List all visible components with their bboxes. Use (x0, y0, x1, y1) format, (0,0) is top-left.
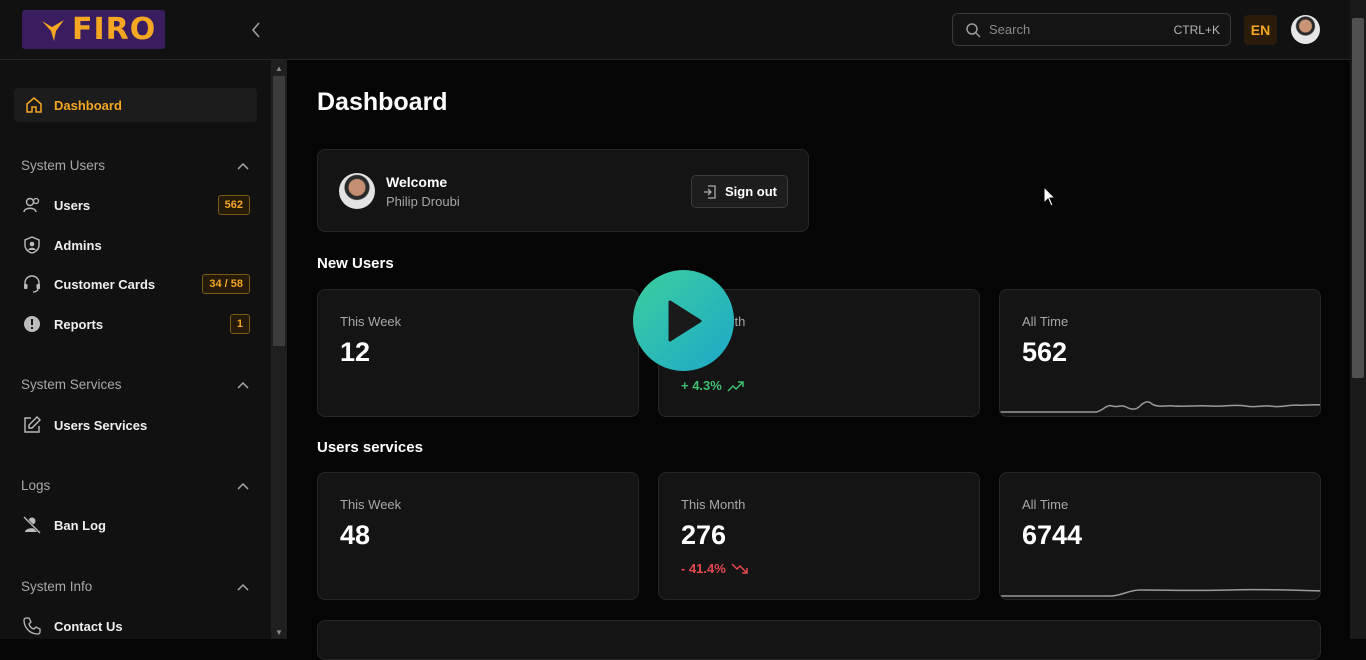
sidebar-item-label: Dashboard (54, 97, 122, 113)
services-all-time-card: All Time 6744 (999, 472, 1321, 600)
search-shortcut: CTRL+K (1173, 22, 1220, 37)
sidebar-item-users[interactable]: Users 562 (22, 192, 250, 218)
card-label: This Week (340, 497, 402, 512)
welcome-card: Welcome Philip Droubi Sign out (317, 149, 809, 232)
user-name: Philip Droubi (386, 194, 460, 209)
next-card (317, 620, 1321, 660)
chevron-up-icon (237, 381, 249, 389)
search-input[interactable] (989, 22, 1174, 37)
card-change: + 4.3% (681, 378, 745, 393)
card-value: 276 (681, 520, 727, 550)
search-icon (966, 22, 981, 38)
collapse-sidebar-button[interactable] (246, 18, 266, 42)
change-value: + 4.3% (681, 378, 722, 393)
card-value: 12 (340, 337, 371, 367)
trend-down-icon (731, 562, 748, 574)
sidebar-item-dashboard[interactable]: Dashboard (14, 88, 257, 122)
sidebar-item-ban-log[interactable]: Ban Log (22, 512, 250, 538)
language-button[interactable]: EN (1244, 15, 1277, 45)
edit-icon (22, 415, 42, 435)
section-title: System Info (21, 579, 93, 594)
chevron-up-icon (237, 162, 249, 170)
sidebar-item-label: Contact Us (54, 618, 123, 634)
section-title: Logs (21, 478, 51, 493)
window-scrollbar[interactable] (1350, 0, 1366, 639)
section-system-services[interactable]: System Services (21, 377, 249, 392)
card-change: - 41.4% (681, 561, 749, 576)
sparkline (1000, 401, 1320, 413)
mouse-cursor-icon (1043, 186, 1057, 207)
services-week-card: This Week 48 (317, 472, 639, 600)
sign-out-button[interactable]: Sign out (691, 175, 788, 208)
sidebar-scrollbar-thumb[interactable] (273, 76, 285, 346)
sign-out-label: Sign out (725, 184, 777, 199)
scroll-up-icon[interactable]: ▲ (275, 64, 283, 73)
count-badge: 562 (217, 195, 250, 215)
sidebar-item-label: Reports (54, 316, 104, 332)
section-title: System Users (21, 158, 106, 173)
sign-out-icon (704, 184, 716, 199)
sidebar (0, 60, 271, 639)
sidebar-item-label: Customer Cards (54, 276, 156, 292)
sidebar-item-label: Users Services (54, 417, 148, 433)
scroll-down-icon[interactable]: ▼ (275, 628, 283, 637)
section-system-users[interactable]: System Users (21, 158, 249, 173)
top-bar: FIRO CTRL+K EN (0, 0, 1350, 60)
card-label: All Time (1022, 497, 1069, 512)
headset-icon (22, 274, 42, 294)
sidebar-scrollbar[interactable]: ▲ ▼ (271, 60, 287, 639)
new-users-week-card: This Week 12 (317, 289, 639, 417)
play-icon (668, 300, 701, 341)
search-box[interactable]: CTRL+K (952, 13, 1231, 46)
sidebar-item-contact-us[interactable]: Contact Us (22, 613, 250, 639)
trend-up-icon (727, 380, 744, 392)
card-label: This Week (340, 314, 402, 329)
welcome-greeting: Welcome (386, 174, 448, 190)
section-logs[interactable]: Logs (21, 478, 249, 493)
bird-logo-icon (42, 19, 64, 41)
sidebar-item-customer-cards[interactable]: Customer Cards 34 / 58 (22, 271, 250, 297)
sidebar-item-admins[interactable]: Admins (22, 232, 250, 258)
chevron-up-icon (237, 583, 249, 591)
sidebar-item-reports[interactable]: Reports 1 (22, 311, 250, 337)
firo-logo[interactable]: FIRO (22, 10, 165, 49)
section-title: System Services (21, 377, 122, 392)
count-badge: 34 / 58 (202, 274, 250, 294)
page-title: Dashboard (317, 88, 448, 116)
sidebar-item-label: Users (54, 197, 91, 213)
play-button[interactable] (633, 270, 734, 371)
alert-icon (22, 314, 42, 334)
card-label: This Month (681, 497, 746, 512)
card-value: 6744 (1022, 520, 1083, 550)
main-content: Dashboard Welcome Philip Droubi Sign out… (287, 60, 1350, 660)
change-value: - 41.4% (681, 561, 726, 576)
users-icon (22, 195, 42, 215)
sidebar-item-users-services[interactable]: Users Services (22, 412, 250, 438)
card-label: All Time (1022, 314, 1069, 329)
sidebar-item-label: Ban Log (54, 517, 106, 533)
logo-text: FIRO (72, 12, 157, 47)
sidebar-item-label: Admins (54, 237, 102, 253)
section-system-info[interactable]: System Info (21, 579, 249, 594)
chevron-up-icon (237, 482, 249, 490)
services-month-card: This Month 276 - 41.4% (658, 472, 980, 600)
sparkline (1000, 588, 1320, 597)
user-avatar[interactable] (1291, 15, 1320, 44)
chevron-left-icon (251, 22, 260, 38)
card-value: 48 (340, 520, 371, 550)
user-ban-icon (22, 515, 42, 535)
new-users-all-time-card: All Time 562 (999, 289, 1321, 417)
home-icon (26, 97, 42, 113)
phone-icon (22, 616, 42, 636)
count-badge: 1 (229, 314, 250, 334)
avatar (339, 173, 375, 209)
shield-user-icon (22, 235, 42, 255)
card-value: 562 (1022, 337, 1068, 367)
window-scrollbar-thumb[interactable] (1352, 18, 1364, 378)
new-users-title: New Users (317, 255, 394, 272)
users-services-title: Users services (317, 439, 423, 456)
